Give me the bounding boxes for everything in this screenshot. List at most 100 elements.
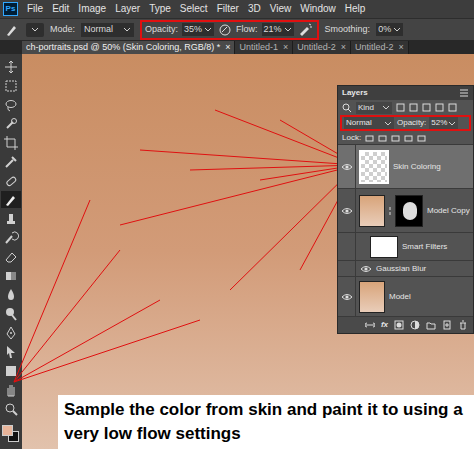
tool-button[interactable] [1,77,21,94]
color-swatches[interactable] [2,425,20,443]
eye-icon[interactable] [360,264,372,274]
tool-button[interactable] [1,115,21,132]
document-tab[interactable]: Untitled-2× [351,41,409,54]
link-icon[interactable] [387,206,393,216]
tool-button[interactable] [1,210,21,227]
tool-button[interactable] [1,286,21,303]
menu-item[interactable]: Layer [115,4,140,14]
blend-select[interactable]: Normal [344,117,394,129]
zoom-tool-icon [3,401,19,417]
app-logo[interactable]: Ps [3,2,18,16]
tab-close[interactable]: × [225,43,230,52]
fx-button[interactable]: fx [381,319,388,331]
filter-select[interactable]: Kind [356,102,392,114]
tool-button[interactable] [1,58,21,75]
menu-item[interactable]: Select [180,4,208,14]
smart-filter-icon[interactable] [448,103,457,112]
visibility-toggle[interactable] [338,261,356,276]
layer-row[interactable]: Model [338,277,473,317]
shape-filter-icon[interactable] [435,103,444,112]
layer-body: Gaussian Blur [356,263,426,275]
foreground-swatch[interactable] [2,425,13,436]
eyedropper-icon [3,154,19,170]
tool-button[interactable] [1,267,21,284]
brush-icon[interactable] [4,22,20,38]
opacity-label: Opacity: [397,117,426,129]
blend-value: Normal [346,117,372,129]
group-icon[interactable] [426,320,436,330]
tool-button[interactable] [1,324,21,341]
panel-menu-icon[interactable] [459,88,469,98]
link-layers-icon[interactable] [365,320,375,330]
tool-button[interactable] [1,400,21,417]
adjust-filter-icon[interactable] [409,103,418,112]
pixel-filter-icon[interactable] [396,103,405,112]
visibility-toggle[interactable] [338,189,356,232]
tool-button[interactable] [1,172,21,189]
menu-item[interactable]: Filter [217,4,239,14]
tab-close[interactable]: × [341,43,346,52]
menu-item[interactable]: Image [78,4,106,14]
hand-tool-icon [3,382,19,398]
opacity-flow-highlight: Opacity:35%Flow:21% [140,20,319,40]
trash-icon[interactable] [458,320,468,330]
menu-item[interactable]: Help [345,4,366,14]
visibility-toggle[interactable] [338,233,356,260]
tool-button[interactable] [1,248,21,265]
layer-thumbnail [359,150,389,184]
opacity-field[interactable]: 35% [182,23,214,37]
menu-item[interactable]: 3D [248,4,261,14]
crop-tool-icon [3,135,19,151]
photo-thumbnail [359,195,385,227]
visibility-toggle[interactable] [338,277,356,316]
tool-button[interactable] [1,362,21,379]
layer-row[interactable]: Gaussian Blur [338,261,473,277]
airbrush-icon[interactable] [298,22,314,38]
menu-item[interactable]: View [270,4,292,14]
type-filter-icon[interactable] [422,103,431,112]
menu-item[interactable]: File [27,4,43,14]
quick-select-icon [3,116,19,132]
adjustment-icon[interactable] [410,320,420,330]
tab-close[interactable]: × [283,43,288,52]
layer-name: Model Copy [427,205,470,217]
layer-row[interactable]: Smart Filters [338,233,473,261]
menu-item[interactable]: Window [300,4,336,14]
options-bar: Mode:NormalOpacity:35%Flow:21%Smoothing:… [0,18,474,40]
new-layer-icon[interactable] [442,320,452,330]
panel-footer: fx [338,317,473,333]
document-tab[interactable]: ch-portraits.psd @ 50% (Skin Coloring, R… [22,41,235,54]
document-tab[interactable]: Untitled-1× [235,41,293,54]
tool-button[interactable] [1,305,21,322]
lock-pixels-icon[interactable] [365,133,374,142]
layer-name: Gaussian Blur [376,263,426,275]
tool-button[interactable] [1,343,21,360]
tool-button[interactable] [1,134,21,151]
chevron-icon [448,120,456,127]
document-tab[interactable]: Untitled-2× [293,41,351,54]
smoothing-field[interactable]: 0% [376,23,403,37]
layer-row[interactable]: Model Copy [338,189,473,233]
healing-brush-icon [3,173,19,189]
lock-all-icon[interactable] [417,133,426,142]
tool-button[interactable] [1,153,21,170]
brush-size[interactable] [26,23,44,37]
tab-close[interactable]: × [399,43,404,52]
add-mask-icon[interactable] [394,320,404,330]
tool-button[interactable] [1,96,21,113]
lock-paint-icon[interactable] [378,133,387,142]
layer-row[interactable]: Skin Coloring [338,145,473,189]
chevron-icon [382,104,390,111]
layer-opacity-field[interactable]: 52% [429,117,458,129]
mode-select[interactable]: Normal [81,23,134,37]
tool-button[interactable] [1,381,21,398]
lock-artboard-icon[interactable] [404,133,413,142]
pressure-opacity-icon[interactable] [218,23,232,37]
visibility-toggle[interactable] [338,145,356,188]
lock-move-icon[interactable] [391,133,400,142]
flow-field[interactable]: 21% [262,23,294,37]
tool-button[interactable] [1,229,21,246]
menu-item[interactable]: Edit [52,4,69,14]
tool-button[interactable] [1,191,21,208]
menu-item[interactable]: Type [149,4,171,14]
